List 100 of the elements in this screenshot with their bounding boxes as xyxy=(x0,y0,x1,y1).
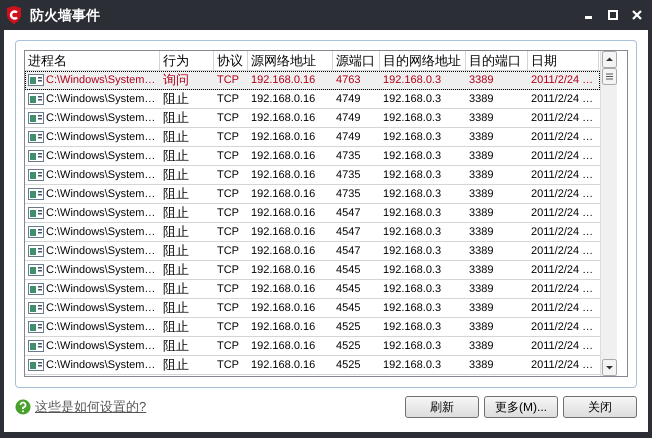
window-icon xyxy=(28,321,44,333)
table-cell-text: 4735 xyxy=(336,186,360,202)
table-cell-text: TCP xyxy=(217,358,239,373)
table-cell-text: 192.168.0.16 xyxy=(251,92,316,107)
window-icon xyxy=(28,264,44,276)
table-cell-text: TCP xyxy=(217,110,239,126)
table-cell-text: 4749 xyxy=(336,92,360,107)
table-cell-text: 阻止 xyxy=(163,223,189,242)
table-cell-text: 阻止 xyxy=(163,147,189,166)
table-cell-text: 3389 xyxy=(469,282,494,297)
table-cell-text: 4545 xyxy=(336,282,360,297)
table-cell-text: 4735 xyxy=(336,148,360,164)
table-cell-text: 2011/2/24 … xyxy=(531,358,594,373)
table-cell-text: 192.168.0.16 xyxy=(251,110,316,126)
window-icon xyxy=(28,93,44,105)
table-cell-text: 3389 xyxy=(469,72,494,88)
table-cell-text: C:\Windows\System… xyxy=(46,92,156,107)
window-icon xyxy=(28,188,44,200)
table-cell-text: C:\Windows\System… xyxy=(46,148,156,164)
table-cell-text: TCP xyxy=(217,168,239,183)
scroll-up-icon[interactable] xyxy=(602,51,616,68)
table-cell-text: 192.168.0.3 xyxy=(383,224,442,240)
table-cell-text: C:\Windows\System… xyxy=(46,300,156,316)
table-cell-text: 阻止 xyxy=(163,109,189,128)
column-header[interactable]: 源端口 xyxy=(333,51,380,70)
table-cell-text: 3389 xyxy=(469,148,494,164)
table-row[interactable]: C:\Windows\System… 阻止 TCP 192.168.0.16 4735 192.168.0.3 3389 2011/2/24 … xyxy=(25,147,600,166)
column-header[interactable]: 行为 xyxy=(160,51,214,70)
table-cell-text: 192.168.0.3 xyxy=(383,186,442,202)
table-cell-text: 3389 xyxy=(469,320,494,335)
table-row[interactable]: C:\Windows\System… 阻止 TCP 192.168.0.16 4735 192.168.0.3 3389 2011/2/24 … xyxy=(25,166,600,185)
window-icon xyxy=(28,245,44,257)
table-cell-text: 阻止 xyxy=(163,166,189,184)
table-cell-text: 2011/2/24 … xyxy=(531,300,594,316)
help-link[interactable]: 这些是如何设置的? xyxy=(35,397,146,417)
table-cell-text: 4525 xyxy=(336,338,360,354)
table-cell-text: 192.168.0.3 xyxy=(383,130,442,145)
table-cell-text: 2011/2/24 … xyxy=(531,262,594,278)
table-cell-text: 阻止 xyxy=(163,337,189,356)
table-cell-text: 阻止 xyxy=(163,242,189,260)
table-cell-text: 3389 xyxy=(469,262,494,278)
scrollbar[interactable] xyxy=(600,51,617,376)
table-row[interactable]: C:\Windows\System… 阻止 TCP 192.168.0.16 4749 192.168.0.3 3389 2011/2/24 … xyxy=(25,109,600,128)
table-cell-text: 2011/2/24 … xyxy=(531,338,594,354)
table-row[interactable]: C:\Windows\System… 阻止 TCP 192.168.0.16 4547 192.168.0.3 3389 2011/2/24 … xyxy=(25,223,600,242)
table-row[interactable]: C:\Windows\System… 阻止 TCP 192.168.0.16 4545 192.168.0.3 3389 2011/2/24 … xyxy=(25,280,600,299)
table-cell-text: 192.168.0.16 xyxy=(251,244,316,259)
table-row[interactable]: C:\Windows\System… 阻止 TCP 192.168.0.16 4525 192.168.0.3 3389 2011/2/24 … xyxy=(25,318,600,337)
table-cell-text: 4545 xyxy=(336,300,360,316)
table-row[interactable]: C:\Windows\System… 询问 TCP 192.168.0.16 4763 192.168.0.3 3389 2011/2/24 … xyxy=(25,71,600,90)
table-cell-text: 192.168.0.16 xyxy=(251,168,316,183)
dialog-button[interactable]: 更多(M)... xyxy=(484,396,558,418)
table-cell-text: 4749 xyxy=(336,110,360,126)
table-cell-text: C:\Windows\System… xyxy=(46,262,156,278)
table-row[interactable]: C:\Windows\System… 阻止 TCP 192.168.0.16 4547 192.168.0.3 3389 2011/2/24 … xyxy=(25,204,600,223)
column-header[interactable]: 源网络地址 xyxy=(248,51,333,70)
table-cell-text: 192.168.0.3 xyxy=(383,206,442,221)
table-cell-text: 询问 xyxy=(163,71,189,90)
window-icon xyxy=(28,302,44,314)
table-cell-text: C:\Windows\System… xyxy=(46,282,156,297)
table-cell-text: 192.168.0.16 xyxy=(251,130,316,145)
table-row[interactable]: C:\Windows\System… 阻止 TCP 192.168.0.16 4525 192.168.0.3 3389 2011/2/24 … xyxy=(25,337,600,356)
table-cell-text: 3389 xyxy=(469,224,494,240)
table-cell-text: TCP xyxy=(217,206,239,221)
table-cell-text: 2011/2/24 … xyxy=(531,110,594,126)
table-cell-text: 4547 xyxy=(336,224,360,240)
table-cell-text: 192.168.0.3 xyxy=(383,110,442,126)
table-cell-text: 4525 xyxy=(336,358,360,373)
table-cell-text: TCP xyxy=(217,72,239,88)
maximize-icon[interactable] xyxy=(608,10,618,20)
table-row[interactable]: C:\Windows\System… 阻止 TCP 192.168.0.16 4545 192.168.0.3 3389 2011/2/24 … xyxy=(25,299,600,318)
table-row[interactable]: C:\Windows\System… 阻止 TCP 192.168.0.16 4547 192.168.0.3 3389 2011/2/24 … xyxy=(25,242,600,261)
close-icon[interactable] xyxy=(632,10,642,20)
table-cell-text: 2011/2/24 … xyxy=(531,186,594,202)
dialog-button[interactable]: 刷新 xyxy=(405,396,479,418)
table-cell-text: 192.168.0.16 xyxy=(251,206,316,221)
table-cell-text: 192.168.0.16 xyxy=(251,320,316,335)
table-cell-text: C:\Windows\System… xyxy=(46,358,156,373)
table-cell-text: TCP xyxy=(217,148,239,164)
table-cell-text: 阻止 xyxy=(163,185,189,204)
table-cell-text: 2011/2/24 … xyxy=(531,72,594,88)
table-cell-text: 2011/2/24 … xyxy=(531,206,594,221)
column-header[interactable]: 进程名 xyxy=(25,51,160,70)
column-header[interactable]: 协议 xyxy=(214,51,248,70)
dialog-button[interactable]: 关闭 xyxy=(563,396,637,418)
table-cell-text: 阻止 xyxy=(163,299,189,318)
table-row[interactable]: C:\Windows\System… 阻止 TCP 192.168.0.16 4545 192.168.0.3 3389 2011/2/24 … xyxy=(25,261,600,280)
table-row[interactable]: C:\Windows\System… 阻止 TCP 192.168.0.16 4749 192.168.0.3 3389 2011/2/24 … xyxy=(25,90,600,109)
table-row[interactable]: C:\Windows\System… 阻止 TCP 192.168.0.16 4749 192.168.0.3 3389 2011/2/24 … xyxy=(25,128,600,147)
table-cell-text: 192.168.0.3 xyxy=(383,72,442,88)
table-cell-text: TCP xyxy=(217,338,239,354)
window-icon xyxy=(28,150,44,162)
table-row[interactable]: C:\Windows\System… 阻止 TCP 192.168.0.16 4525 192.168.0.3 3389 2011/2/24 … xyxy=(25,356,600,375)
scroll-thumb[interactable] xyxy=(602,68,616,85)
table-cell-text: 192.168.0.16 xyxy=(251,282,316,297)
table-cell-text: 192.168.0.3 xyxy=(383,92,442,107)
table-row[interactable]: C:\Windows\System… 阻止 TCP 192.168.0.16 4735 192.168.0.3 3389 2011/2/24 … xyxy=(25,185,600,204)
scroll-down-icon[interactable] xyxy=(602,359,616,376)
table-cell-text: 192.168.0.16 xyxy=(251,186,316,202)
window-icon xyxy=(28,112,44,124)
